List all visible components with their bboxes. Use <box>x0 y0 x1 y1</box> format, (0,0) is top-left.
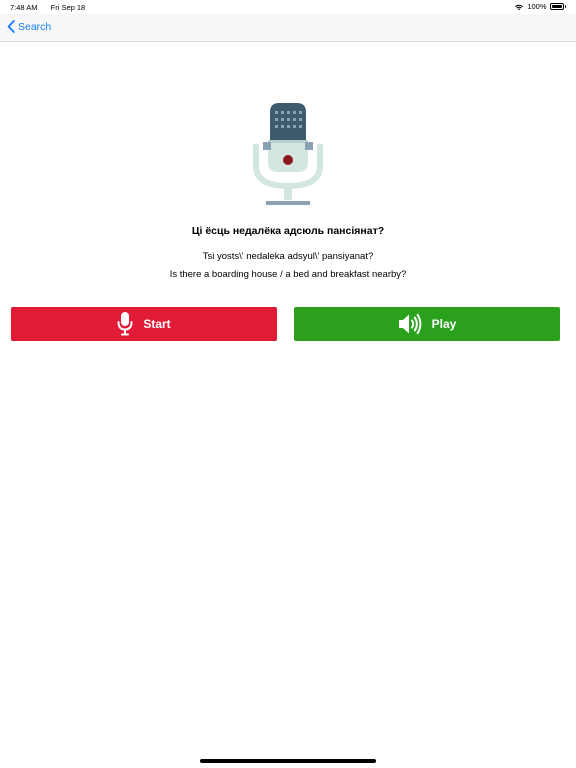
status-time: 7:48 AM <box>10 3 38 12</box>
phrase-transliteration: Tsi yosts\' nedaleka adsyul\' pansiyanat… <box>202 251 374 262</box>
back-button[interactable]: Search <box>7 20 51 33</box>
wifi-icon <box>515 4 524 10</box>
back-button-label: Search <box>18 20 52 33</box>
microphone-icon <box>117 312 133 336</box>
phrase-english: Is there a boarding house / a bed and br… <box>169 269 407 280</box>
start-recording-button[interactable]: Start <box>11 307 277 341</box>
chevron-left-icon <box>7 20 15 33</box>
battery-tip <box>564 5 566 8</box>
status-left: 7:48 AM Fri Sep 18 <box>10 3 96 12</box>
battery-icon <box>549 3 564 10</box>
start-button-label: Start <box>143 317 171 331</box>
phrase-native: Ці ёсць недалёка адсюль пансіянат? <box>191 225 385 237</box>
play-button-label: Play <box>431 317 457 331</box>
microphone-illustration <box>253 103 323 205</box>
status-date: Fri Sep 18 <box>50 3 86 12</box>
status-right: 100% <box>514 2 566 11</box>
play-button[interactable]: Play <box>294 307 560 341</box>
speaker-icon <box>398 313 422 335</box>
home-indicator[interactable] <box>200 759 376 763</box>
navigation-bar: Search <box>0 14 576 42</box>
status-bar: 7:48 AM Fri Sep 18 100% <box>0 0 576 14</box>
battery-percent: 100% <box>527 2 547 11</box>
